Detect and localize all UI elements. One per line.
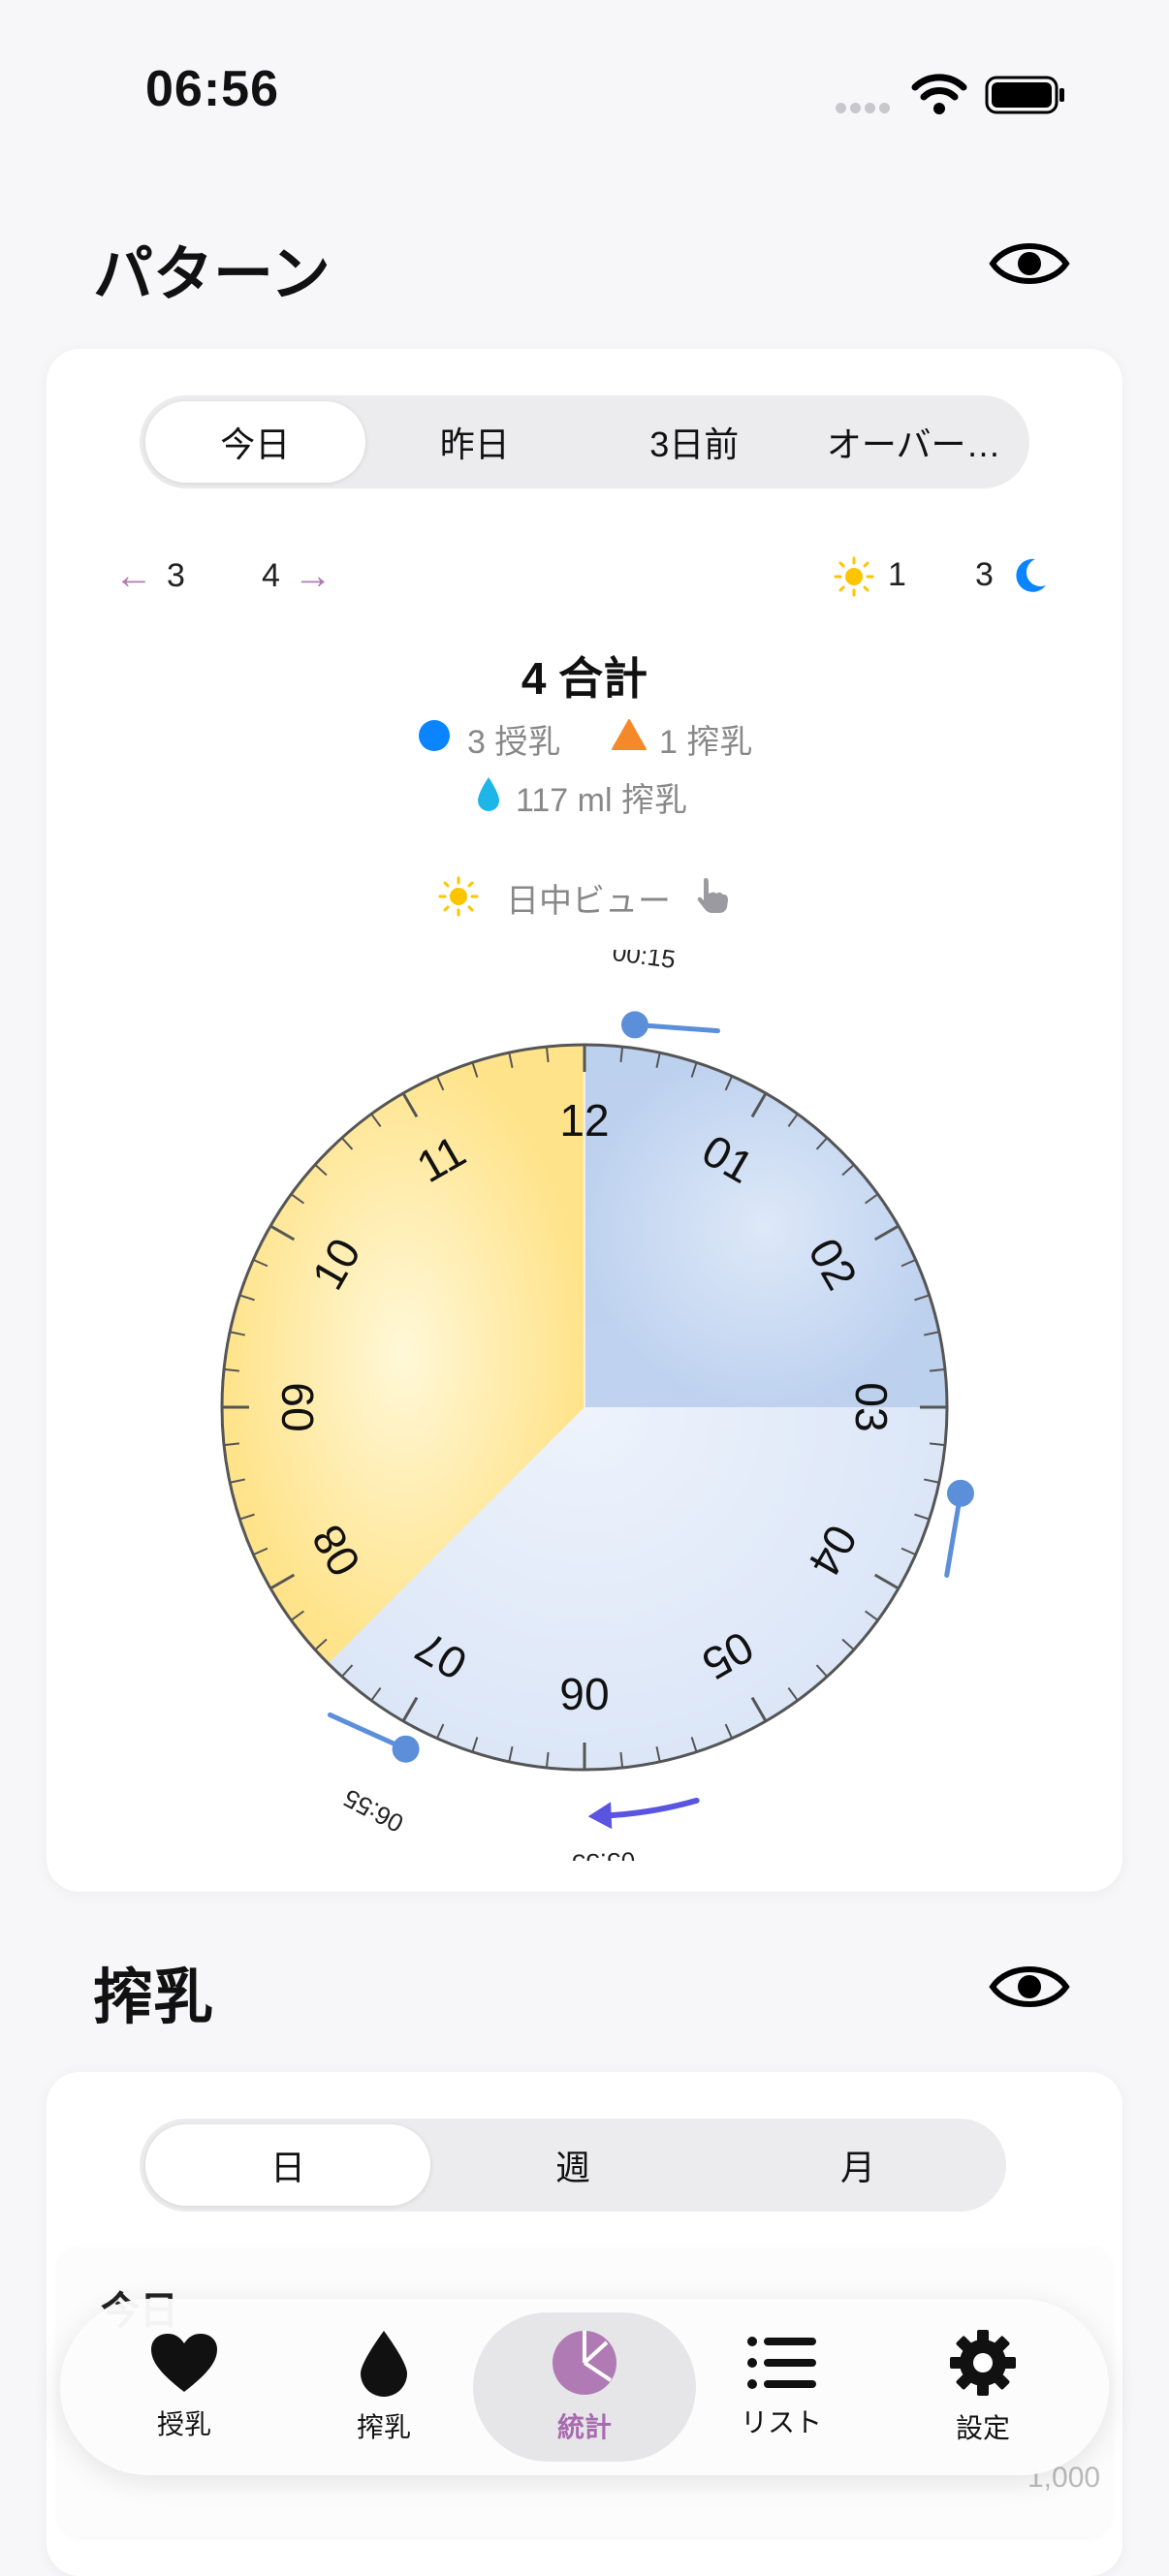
- drop-icon: [361, 2331, 407, 2397]
- pattern-clock[interactable]: 120102030405060708091011 00:1503:2605:55…: [155, 950, 1014, 1861]
- tab-week[interactable]: 週: [430, 2124, 715, 2206]
- tab-overview[interactable]: オーバー…: [805, 401, 1025, 483]
- eye-icon[interactable]: [989, 1960, 1070, 2014]
- feeding-dot-icon: [419, 720, 450, 751]
- tab-yesterday[interactable]: 昨日: [365, 401, 585, 483]
- cellular-signal-icon: [836, 101, 894, 113]
- tab-label: リスト: [740, 2407, 822, 2437]
- total-count-label: 4 合計: [521, 653, 648, 704]
- pie-chart-icon: [553, 2331, 616, 2395]
- heart-icon: [151, 2334, 217, 2392]
- previous-button[interactable]: ← 3: [114, 554, 185, 598]
- event-feed-marker: [620, 1011, 648, 1039]
- arrow-left-icon: ←: [114, 554, 153, 597]
- tab-label: 設定: [955, 2413, 1010, 2443]
- clock-hour-label: 12: [559, 1095, 609, 1146]
- pumping-period-segmented-control: 日 週 月: [140, 2119, 1006, 2212]
- tab-day[interactable]: 日: [145, 2124, 430, 2206]
- moon-icon: [1016, 558, 1046, 592]
- view-mode-label[interactable]: 日中ビュー: [506, 874, 671, 922]
- eye-icon[interactable]: [989, 236, 1070, 291]
- clock-hour-label: 09: [272, 1382, 323, 1431]
- tab-today[interactable]: 今日: [145, 401, 365, 483]
- day-count: 1: [888, 556, 906, 593]
- night-count: 3: [975, 556, 994, 593]
- drop-icon: [478, 777, 499, 811]
- pumped-volume: 117 ml 搾乳: [516, 782, 687, 819]
- clock-hour-label: 03: [846, 1382, 897, 1431]
- next-button[interactable]: 4 →: [262, 554, 332, 598]
- status-time: 06:56: [145, 61, 279, 117]
- pumping-section-title: 搾乳: [93, 1964, 214, 2031]
- event-feed-marker: [946, 1479, 974, 1507]
- tab-feeding[interactable]: 授乳: [97, 2299, 271, 2475]
- tab-label: 授乳: [156, 2409, 211, 2439]
- event-pump-marker: [587, 1802, 613, 1830]
- pattern-period-segmented-control: 今日 昨日 3日前 オーバー…: [140, 395, 1029, 488]
- event-time-label: 00:15: [611, 950, 677, 974]
- clock-hour-label: 06: [559, 1669, 609, 1719]
- tab-month[interactable]: 月: [715, 2124, 1000, 2206]
- gear-icon: [950, 2330, 1016, 2396]
- tab-settings[interactable]: 設定: [896, 2299, 1070, 2475]
- battery-icon: [985, 76, 1064, 114]
- next-count: 4: [262, 557, 280, 594]
- tab-pumping[interactable]: 搾乳: [297, 2299, 471, 2475]
- event-time-label: 06:55: [338, 1783, 408, 1838]
- tab-label: 搾乳: [356, 2412, 411, 2442]
- pumping-count: 1 搾乳: [659, 724, 753, 761]
- feeding-count: 3 授乳: [467, 724, 561, 761]
- clock-night-highlight: [584, 1045, 947, 1407]
- sun-icon: [438, 876, 479, 917]
- tab-statistics[interactable]: 統計: [497, 2299, 672, 2475]
- tab-label: 統計: [556, 2412, 612, 2442]
- event-feed-marker: [392, 1735, 420, 1763]
- pumping-triangle-icon: [612, 719, 647, 750]
- tab-list[interactable]: リスト: [694, 2299, 869, 2475]
- list-icon: [747, 2337, 816, 2389]
- event-time-label: 05:55: [572, 1846, 636, 1861]
- event-time-label: 03:26: [1007, 1475, 1014, 1543]
- pattern-section-title: パターン: [93, 241, 331, 308]
- wifi-icon: [911, 74, 967, 114]
- tab-3-days-ago[interactable]: 3日前: [584, 401, 805, 483]
- previous-count: 3: [167, 557, 185, 594]
- sun-icon: [834, 556, 874, 597]
- event-pump-arc: [598, 1797, 700, 1819]
- arrow-right-icon: →: [293, 554, 332, 597]
- hand-tap-icon[interactable]: [694, 874, 731, 915]
